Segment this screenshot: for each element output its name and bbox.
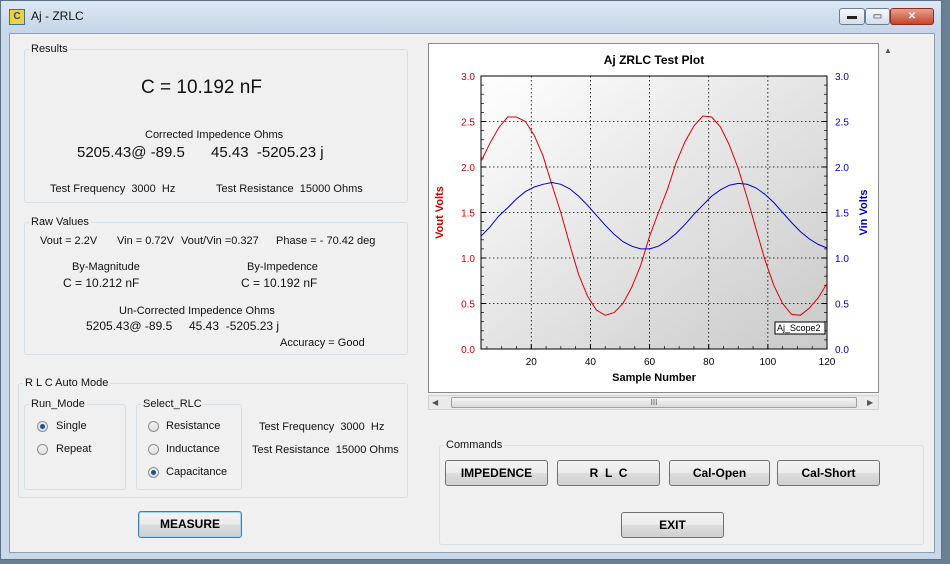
minimize-button[interactable]: ▬ <box>839 8 865 25</box>
plot-horizontal-scrollbar[interactable]: ◀ III ▶ <box>428 395 879 410</box>
window-title: Aj - ZRLC <box>31 9 84 23</box>
exit-button[interactable]: EXIT <box>621 512 724 538</box>
run-mode-legend: Run_Mode <box>31 398 85 410</box>
results-legend: Results <box>31 43 68 55</box>
y-right-tick-label: 3.0 <box>835 72 849 83</box>
uncorrected-impedence-title: Un-Corrected Impedence Ohms <box>119 305 275 317</box>
y-axis-left-label: Vout Volts <box>434 186 446 239</box>
maximize-button[interactable]: ▭ <box>865 8 890 25</box>
commands-legend: Commands <box>446 439 503 451</box>
x-tick-label: 40 <box>585 357 597 368</box>
scroll-right-arrow-icon[interactable]: ▶ <box>867 398 873 407</box>
auto-test-frequency: Test Frequency 3000 Hz <box>259 421 385 433</box>
by-impedence-value: C = 10.192 nF <box>241 276 318 290</box>
radio-capacitance-label[interactable]: Capacitance <box>166 466 227 478</box>
uncorrected-impedence-rect: 45.43 -5205.23 j <box>189 319 280 333</box>
y-left-tick-label: 0.0 <box>461 345 475 356</box>
vout-vin-ratio: Vout/Vin =0.327 <box>181 235 259 247</box>
phase-value: Phase = - 70.42 deg <box>276 235 376 247</box>
cal-open-button[interactable]: Cal-Open <box>669 460 770 486</box>
radio-inductance-label[interactable]: Inductance <box>166 443 220 455</box>
title-bar[interactable]: C Aj - ZRLC ▬ ▭ ✕ <box>1 1 941 33</box>
test-plot: 0.0 0.0 0.5 0.5 1.0 1.0 1.5 1.5 2.0 2.0 2.5 2.5 3.0 3… <box>428 43 879 393</box>
y-axis-right-label: Vin Volts <box>858 189 870 235</box>
y-left-tick-label: 3.0 <box>461 72 475 83</box>
y-left-tick-label: 1.0 <box>461 254 475 265</box>
y-right-tick-label: 0.0 <box>835 345 849 356</box>
x-tick-label: 120 <box>819 357 836 368</box>
radio-resistance-label[interactable]: Resistance <box>166 420 220 432</box>
x-tick-label: 20 <box>526 357 538 368</box>
select-rlc-legend: Select_RLC <box>143 398 202 410</box>
radio-single[interactable] <box>37 421 48 432</box>
chart-title: Aj ZRLC Test Plot <box>604 53 704 67</box>
vout-value: Vout = 2.2V <box>40 235 98 247</box>
capacitance-result: C = 10.192 nF <box>141 77 262 98</box>
x-axis-label: Sample Number <box>612 372 696 384</box>
rlc-button[interactable]: R L C <box>557 460 660 486</box>
y-left-tick-label: 0.5 <box>461 300 475 311</box>
radio-single-label[interactable]: Single <box>56 420 87 432</box>
scrollbar-thumb[interactable]: III <box>451 397 857 408</box>
main-window: C Aj - ZRLC ▬ ▭ ✕ Results C = 10.192 nF … <box>0 0 942 560</box>
y-right-tick-label: 1.0 <box>835 254 849 265</box>
scroll-left-arrow-icon[interactable]: ◀ <box>432 398 438 407</box>
accuracy-value: Accuracy = Good <box>280 337 365 349</box>
measure-button[interactable]: MEASURE <box>138 511 242 538</box>
corrected-impedence-title: Corrected Impedence Ohms <box>145 129 284 141</box>
rlc-auto-mode-legend: R L C Auto Mode <box>25 377 109 389</box>
impedence-button[interactable]: IMPEDENCE <box>445 460 548 486</box>
by-magnitude-label: By-Magnitude <box>72 261 140 273</box>
x-tick-label: 100 <box>760 357 777 368</box>
y-right-tick-label: 1.5 <box>835 209 849 220</box>
radio-repeat[interactable] <box>37 444 48 455</box>
x-tick-label: 80 <box>703 357 715 368</box>
radio-repeat-label[interactable]: Repeat <box>56 443 91 455</box>
results-test-resistance: Test Resistance 15000 Ohms <box>216 183 363 195</box>
by-impedence-label: By-Impedence <box>247 261 318 273</box>
corrected-impedence-rect: 45.43 -5205.23 j <box>211 144 324 161</box>
scroll-up-arrow-icon[interactable]: ▲ <box>884 46 892 55</box>
cal-short-button[interactable]: Cal-Short <box>777 460 880 486</box>
y-left-tick-label: 1.5 <box>461 209 475 220</box>
results-test-frequency: Test Frequency 3000 Hz <box>50 183 176 195</box>
raw-values-legend: Raw Values <box>31 216 89 228</box>
radio-inductance[interactable] <box>148 444 159 455</box>
auto-test-resistance: Test Resistance 15000 Ohms <box>252 444 399 456</box>
radio-resistance[interactable] <box>148 421 159 432</box>
results-group: Results <box>24 43 408 203</box>
radio-capacitance[interactable] <box>148 467 159 478</box>
by-magnitude-value: C = 10.212 nF <box>63 276 140 290</box>
close-button[interactable]: ✕ <box>890 8 934 25</box>
y-left-tick-label: 2.0 <box>461 163 475 174</box>
y-right-tick-label: 0.5 <box>835 300 849 311</box>
legend-label: Aj_Scope2 <box>777 323 821 333</box>
corrected-impedence-polar: 5205.43@ -89.5 <box>77 144 185 161</box>
y-right-tick-label: 2.0 <box>835 163 849 174</box>
uncorrected-impedence-polar: 5205.43@ -89.5 <box>86 319 173 333</box>
test-plot-chart: 0.0 0.0 0.5 0.5 1.0 1.0 1.5 1.5 2.0 2.0 2.5 2.5 3.0 3… <box>434 53 870 384</box>
y-right-tick-label: 2.5 <box>835 118 849 129</box>
app-icon: C <box>9 9 25 25</box>
x-tick-label: 60 <box>644 357 656 368</box>
vin-value: Vin = 0.72V <box>117 235 174 247</box>
y-left-tick-label: 2.5 <box>461 118 475 129</box>
